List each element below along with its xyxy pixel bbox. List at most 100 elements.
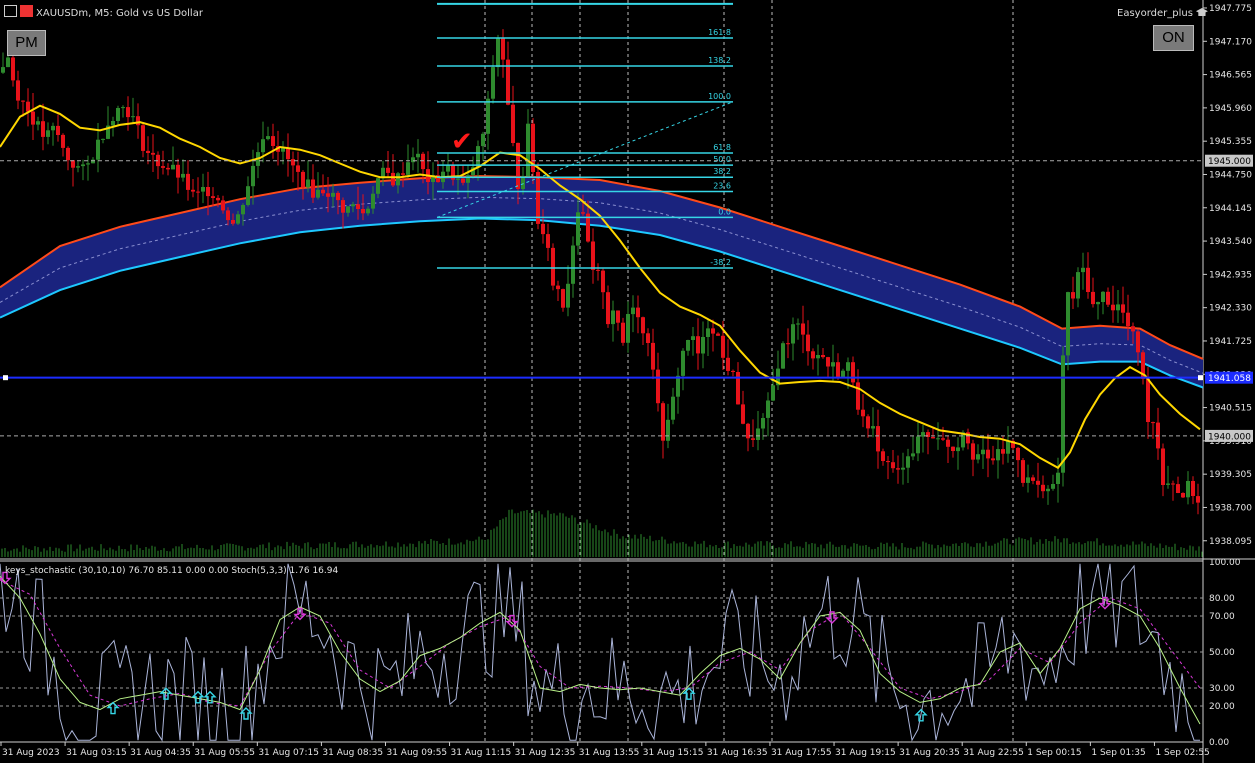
one-click-trading-icon[interactable] (20, 5, 33, 17)
candle-body[interactable] (941, 438, 945, 440)
candle-body[interactable] (511, 104, 515, 143)
candle-body[interactable] (761, 418, 765, 429)
candle-body[interactable] (371, 193, 375, 209)
candle-body[interactable] (476, 146, 480, 168)
candle-body[interactable] (41, 121, 45, 137)
candle-body[interactable] (1031, 477, 1035, 481)
candle-body[interactable] (741, 404, 745, 424)
candle-body[interactable] (881, 451, 885, 461)
candle-body[interactable] (771, 385, 775, 401)
candle-body[interactable] (716, 333, 720, 336)
candle-body[interactable] (571, 245, 575, 284)
candle-body[interactable] (376, 178, 380, 194)
candle-body[interactable] (561, 289, 565, 308)
candle-body[interactable] (501, 38, 505, 60)
candle-body[interactable] (121, 107, 125, 109)
candle-body[interactable] (11, 57, 15, 81)
candle-body[interactable] (486, 98, 490, 134)
candle-body[interactable] (206, 187, 210, 197)
candle-body[interactable] (861, 409, 865, 417)
candle-body[interactable] (316, 189, 320, 198)
candle-body[interactable] (781, 343, 785, 369)
candle-body[interactable] (1161, 448, 1165, 486)
candle-body[interactable] (1131, 326, 1135, 332)
candle-body[interactable] (151, 152, 155, 155)
candle-body[interactable] (496, 38, 500, 68)
candle-body[interactable] (86, 163, 90, 165)
candle-body[interactable] (1086, 267, 1090, 292)
candle-body[interactable] (891, 462, 895, 469)
candle-body[interactable] (1061, 355, 1065, 473)
candle-body[interactable] (641, 317, 645, 334)
candle-body[interactable] (806, 334, 810, 352)
candle-body[interactable] (221, 200, 225, 211)
candle-body[interactable] (601, 270, 605, 293)
candle-body[interactable] (1191, 481, 1195, 496)
candle-body[interactable] (1171, 483, 1175, 485)
candle-body[interactable] (1006, 440, 1010, 454)
candle-body[interactable] (136, 116, 140, 126)
candle-body[interactable] (1056, 472, 1060, 484)
candle-body[interactable] (1046, 488, 1050, 492)
candle-body[interactable] (196, 191, 200, 193)
candle-body[interactable] (56, 125, 60, 135)
candle-body[interactable] (811, 351, 815, 359)
candle-body[interactable] (1186, 481, 1190, 498)
candle-body[interactable] (341, 200, 345, 213)
candle-body[interactable] (616, 310, 620, 323)
candle-body[interactable] (541, 223, 545, 235)
candle-body[interactable] (826, 357, 830, 367)
candle-body[interactable] (996, 449, 1000, 461)
candle-body[interactable] (871, 426, 875, 429)
candle-body[interactable] (816, 355, 820, 359)
candle-body[interactable] (331, 192, 335, 197)
candle-body[interactable] (681, 350, 685, 376)
candle-body[interactable] (216, 197, 220, 201)
candle-body[interactable] (396, 173, 400, 186)
candle-body[interactable] (321, 189, 325, 194)
candle-body[interactable] (711, 328, 715, 334)
candle-body[interactable] (146, 150, 150, 153)
trading-chart[interactable]: 161.8138.2100.061.850.038.223.60.0-38.2 … (0, 0, 1255, 763)
candle-body[interactable] (81, 164, 85, 167)
candle-body[interactable] (936, 438, 940, 440)
candle-body[interactable] (691, 336, 695, 340)
line-handle[interactable] (1198, 375, 1203, 381)
chart-menu-icon[interactable] (4, 5, 17, 17)
candle-body[interactable] (181, 173, 185, 178)
candle-body[interactable] (386, 167, 390, 173)
candle-body[interactable] (611, 310, 615, 325)
candle-body[interactable] (131, 116, 135, 118)
candle-body[interactable] (1001, 449, 1005, 454)
candle-body[interactable] (786, 343, 790, 345)
candle-body[interactable] (21, 100, 25, 102)
candle-body[interactable] (351, 204, 355, 207)
candle-body[interactable] (636, 307, 640, 318)
candle-body[interactable] (896, 468, 900, 470)
candle-body[interactable] (61, 134, 65, 148)
candle-body[interactable] (1111, 304, 1115, 311)
candle-body[interactable] (931, 437, 935, 439)
candle-body[interactable] (491, 67, 495, 99)
candle-body[interactable] (1051, 484, 1055, 489)
candle-body[interactable] (416, 153, 420, 158)
candle-body[interactable] (916, 436, 920, 454)
candle-body[interactable] (191, 189, 195, 192)
candle-body[interactable] (521, 176, 525, 189)
candle-body[interactable] (326, 193, 330, 197)
candle-body[interactable] (361, 209, 365, 214)
candle-body[interactable] (36, 121, 40, 125)
candle-body[interactable] (26, 101, 30, 112)
candle-body[interactable] (971, 443, 975, 460)
candle-body[interactable] (676, 375, 680, 397)
candle-body[interactable] (1181, 493, 1185, 498)
candle-body[interactable] (226, 210, 230, 221)
candle-body[interactable] (1196, 496, 1200, 503)
candle-body[interactable] (116, 108, 120, 121)
candle-body[interactable] (866, 416, 870, 429)
candle-body[interactable] (421, 153, 425, 170)
candle-body[interactable] (301, 171, 305, 188)
candle-body[interactable] (516, 142, 520, 189)
candle-body[interactable] (1101, 291, 1105, 302)
candle-body[interactable] (311, 179, 315, 198)
